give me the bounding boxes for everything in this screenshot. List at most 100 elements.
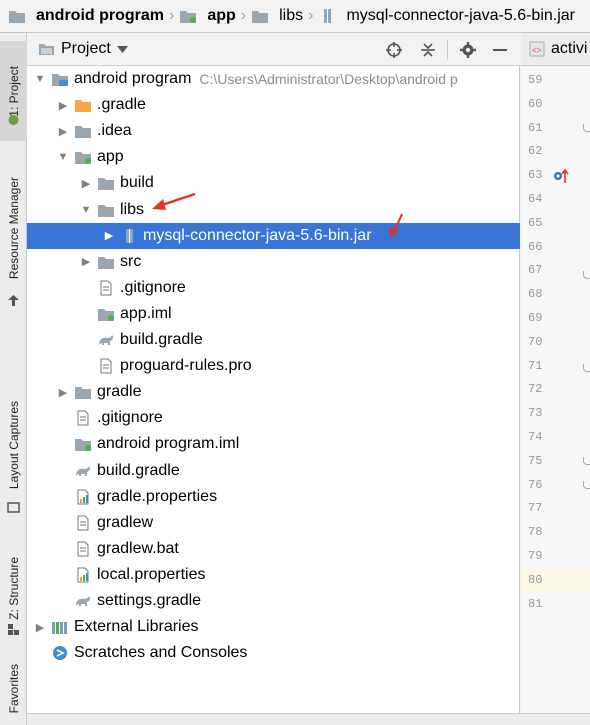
project-panel-header: Project xyxy=(27,33,520,66)
tree-item[interactable]: ▶gradlew.bat xyxy=(27,536,520,562)
tree-item[interactable]: ▶app.iml xyxy=(27,301,520,327)
fold-icon[interactable] xyxy=(583,271,590,279)
layout-captures-icon xyxy=(7,502,20,513)
tree-item-selected[interactable]: ▶ mysql-connector-java-5.6-bin.jar xyxy=(27,222,520,249)
tree-item[interactable]: ▶build.gradle xyxy=(27,327,520,353)
tree-item-label: gradlew.bat xyxy=(97,539,179,557)
collapse-arrow-icon[interactable]: ▶ xyxy=(79,255,93,268)
folder-icon xyxy=(97,254,115,270)
collapse-arrow-icon[interactable]: ▶ xyxy=(33,621,47,634)
breadcrumb-separator: › xyxy=(240,7,247,24)
collapse-arrow-icon[interactable]: ▶ xyxy=(102,229,116,242)
collapse-arrow-icon[interactable]: ▶ xyxy=(79,177,93,190)
project-panel: Project ▼ android program C:\Users\Adminis… xyxy=(27,33,520,725)
breadcrumb-item[interactable]: app xyxy=(179,7,236,25)
tree-item[interactable]: ▶ build xyxy=(27,170,520,196)
fold-icon[interactable] xyxy=(583,124,590,132)
line-number: 81 xyxy=(528,596,543,611)
expand-arrow-icon[interactable]: ▼ xyxy=(33,73,47,85)
breadcrumb-item[interactable]: android program xyxy=(8,7,164,25)
locate-icon[interactable] xyxy=(384,40,404,60)
jar-icon xyxy=(120,228,138,244)
fold-icon[interactable] xyxy=(583,457,590,465)
tree-item-label: libs xyxy=(120,200,145,218)
line-number: 60 xyxy=(528,96,543,111)
line-number: 67 xyxy=(528,263,543,278)
tree-item-label: .idea xyxy=(97,122,132,140)
editor-tab[interactable]: <> activi xyxy=(521,33,590,66)
tab-resource-manager[interactable]: Resource Manager xyxy=(0,163,27,293)
tab-resource-manager-label: Resource Manager xyxy=(6,176,21,280)
fold-icon[interactable] xyxy=(583,481,590,489)
folder-icon xyxy=(8,8,26,24)
tree-item-label: app xyxy=(97,148,124,166)
expand-arrow-icon[interactable]: ▼ xyxy=(56,151,70,163)
structure-icon xyxy=(8,624,19,635)
tab-layout-captures[interactable]: Layout Captures xyxy=(0,385,27,505)
tree-item[interactable]: ▶ .gradle xyxy=(27,92,520,118)
tree-item[interactable]: ▼ android program C:\Users\Administrator\D… xyxy=(27,66,520,92)
tab-project-label: 1: Project xyxy=(6,65,21,117)
gear-icon[interactable] xyxy=(458,40,478,60)
ide-window: android program › app › libs › mysql-connector… xyxy=(0,0,590,725)
line-number: 73 xyxy=(528,406,543,421)
fold-icon[interactable] xyxy=(583,364,590,372)
tree-item-label: mysql-connector-java-5.6-bin.jar xyxy=(143,226,372,244)
tree-item-label: app.iml xyxy=(120,304,172,322)
collapse-arrow-icon[interactable]: ▶ xyxy=(56,386,70,399)
collapse-icon[interactable] xyxy=(418,40,438,60)
tree-item[interactable]: ▶gradlew xyxy=(27,510,520,536)
tree-item[interactable]: ▼ app xyxy=(27,144,520,170)
tree-item[interactable]: ▶ .idea xyxy=(27,118,520,144)
tree-item[interactable]: ▶ External Libraries xyxy=(27,614,520,640)
tree-item[interactable]: ▶.gitignore xyxy=(27,275,520,301)
text-file-icon xyxy=(74,515,92,531)
tree-item-label: .gitignore xyxy=(97,409,163,427)
properties-file-icon xyxy=(74,567,92,583)
scratches-icon xyxy=(51,645,69,661)
override-marker-icon[interactable] xyxy=(553,168,569,184)
tree-item[interactable]: ▶.gitignore xyxy=(27,405,520,431)
panel-title: Project xyxy=(61,40,111,57)
gradle-file-icon xyxy=(97,332,115,348)
project-folder-icon xyxy=(39,44,54,55)
bottom-tool-strip xyxy=(27,713,590,725)
breadcrumb-label: android program xyxy=(36,7,165,24)
breadcrumb-label: mysql-connector-java-5.6-bin.jar xyxy=(346,7,575,24)
tree-item[interactable]: ▶local.properties xyxy=(27,562,520,588)
tree-item[interactable]: ▼ libs xyxy=(27,197,520,223)
project-view-selector[interactable]: Project xyxy=(38,40,128,58)
breadcrumb-item[interactable]: libs xyxy=(251,7,303,25)
tree-item-label: build.gradle xyxy=(120,331,203,348)
collapse-arrow-icon[interactable]: ▶ xyxy=(56,125,70,138)
project-folder-icon xyxy=(51,71,69,87)
layout-file-icon: <> xyxy=(529,41,545,57)
module-folder-icon xyxy=(179,8,197,24)
line-number: 64 xyxy=(528,192,543,206)
tree-item[interactable]: ▶build.gradle xyxy=(27,458,520,484)
tree-item[interactable]: ▶proguard-rules.pro xyxy=(27,353,520,379)
tree-item-label: android program.iml xyxy=(97,435,240,453)
tab-favorites[interactable]: Favorites xyxy=(0,658,27,720)
tab-project[interactable]: 1: Project xyxy=(0,41,27,141)
editor-area: <> activi 59 60 61 62 63 64 65 66 67 68 69 70 71 72 73… xyxy=(521,33,590,725)
line-number: 68 xyxy=(528,287,543,302)
tree-item[interactable]: ▶gradle.properties xyxy=(27,484,520,510)
tree-item[interactable]: ▶ gradle xyxy=(27,379,520,405)
line-number: 72 xyxy=(528,382,543,397)
line-number: 77 xyxy=(528,501,543,516)
folder-icon xyxy=(97,202,115,218)
expand-arrow-icon[interactable]: ▼ xyxy=(79,204,93,216)
collapse-arrow-icon[interactable]: ▶ xyxy=(56,99,70,112)
tree-item[interactable]: ▶settings.gradle xyxy=(27,588,520,614)
hide-icon[interactable] xyxy=(490,40,510,60)
tree-item[interactable]: ▶Scratches and Consoles xyxy=(27,640,520,666)
tree-item[interactable]: ▶ src xyxy=(27,249,520,275)
text-file-icon xyxy=(74,410,92,426)
tree-item-label: gradle.properties xyxy=(97,487,218,505)
line-number: 69 xyxy=(528,311,543,325)
resource-manager-icon xyxy=(8,295,19,306)
tree-item-label: src xyxy=(120,252,142,270)
tree-item[interactable]: ▶android program.iml xyxy=(27,431,520,457)
breadcrumb-item[interactable]: mysql-connector-java-5.6-bin.jar xyxy=(318,7,575,25)
